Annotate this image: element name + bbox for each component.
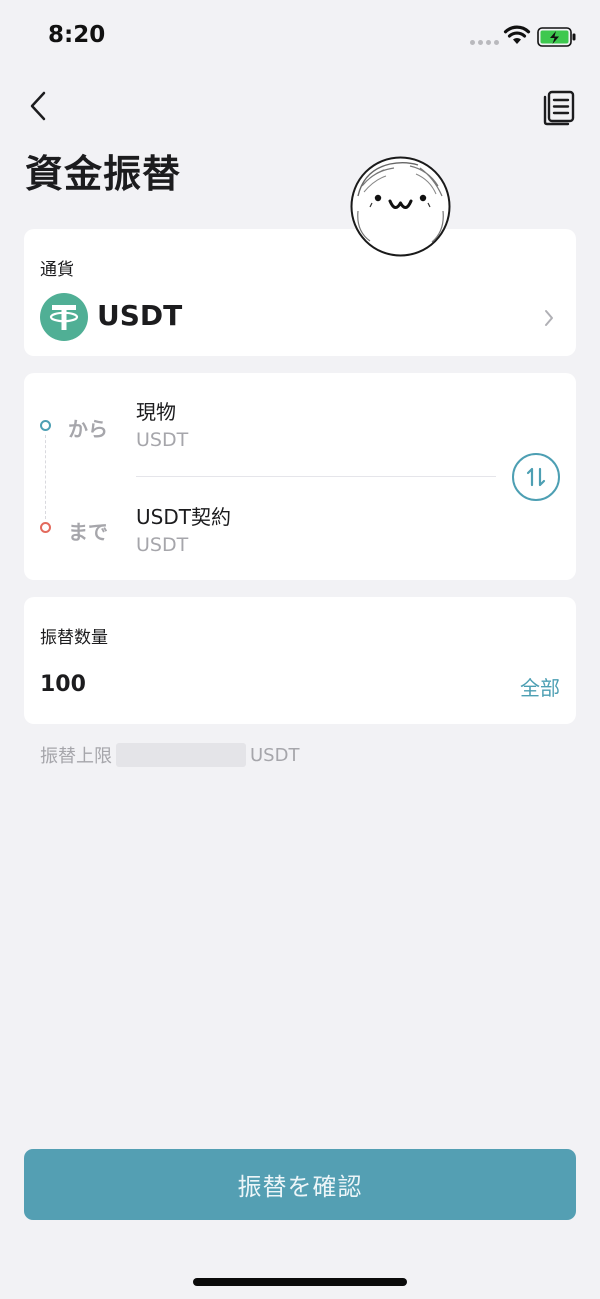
- currency-selector[interactable]: 通貨 USDT: [24, 229, 576, 356]
- document-list-icon: [543, 90, 575, 126]
- page-title: 資金振替: [25, 152, 182, 196]
- history-button[interactable]: [540, 88, 578, 126]
- amount-card: 振替数量 全部: [24, 597, 576, 724]
- confirm-transfer-button[interactable]: 振替を確認: [24, 1149, 576, 1220]
- status-bar: 8:20: [0, 0, 600, 70]
- from-dot-icon: [40, 420, 51, 431]
- mascot-sticker: [350, 156, 451, 257]
- max-amount-button[interactable]: 全部: [520, 672, 560, 701]
- chevron-left-icon: [30, 91, 46, 121]
- divider: [136, 476, 496, 477]
- usdt-coin-icon: [40, 293, 88, 341]
- amount-label: 振替数量: [40, 628, 108, 648]
- to-dot-icon: [40, 522, 51, 533]
- wifi-icon: [503, 25, 531, 44]
- limit-value-redacted: [116, 743, 246, 767]
- connector-line: [45, 435, 46, 519]
- limit-unit: USDT: [250, 744, 300, 766]
- from-account-name: 現物: [136, 400, 176, 424]
- transfer-accounts-card: から 現物 USDT まで USDT契約 USDT: [24, 373, 576, 580]
- chevron-right-icon: [545, 310, 553, 326]
- status-time: 8:20: [48, 22, 106, 48]
- from-label: から: [68, 417, 108, 441]
- transfer-limit: 振替上限 USDT: [40, 742, 299, 768]
- to-label: まで: [68, 520, 108, 544]
- swap-direction-button[interactable]: [512, 453, 560, 501]
- limit-label: 振替上限: [40, 746, 112, 767]
- battery-charging-icon: [537, 27, 576, 47]
- amount-input[interactable]: [40, 672, 340, 697]
- back-button[interactable]: [24, 86, 56, 126]
- currency-value: USDT: [97, 299, 183, 332]
- swap-arrows-icon: [526, 467, 546, 487]
- currency-label: 通貨: [40, 260, 74, 280]
- home-indicator: [193, 1278, 407, 1286]
- to-account-currency: USDT: [136, 534, 189, 556]
- cellular-signal-icon: [470, 40, 499, 45]
- to-account-name: USDT契約: [136, 505, 231, 529]
- from-account-currency: USDT: [136, 429, 189, 451]
